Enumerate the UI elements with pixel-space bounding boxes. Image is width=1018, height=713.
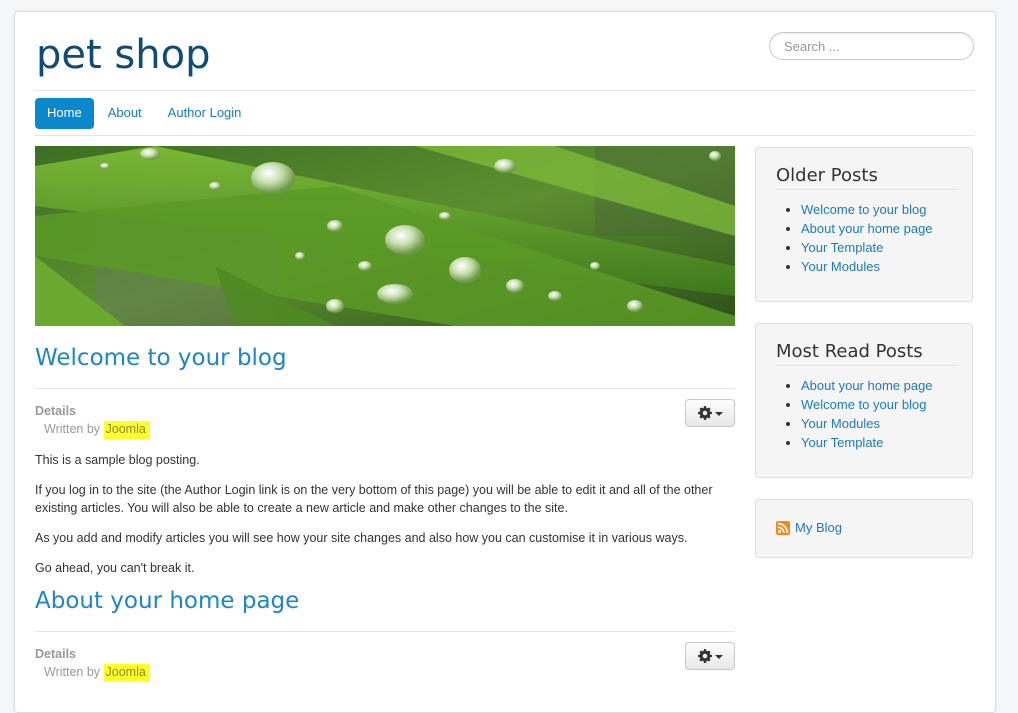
author-name: Joomla <box>103 421 150 439</box>
rss-icon <box>776 520 790 535</box>
older-posts-list: Welcome to your blog About your home pag… <box>781 200 933 276</box>
article-tools-button[interactable] <box>685 399 735 427</box>
article-title: Welcome to your blog <box>35 338 735 378</box>
list-item: Welcome to your blog <box>801 200 933 219</box>
module-title: Most Read Posts <box>776 341 956 366</box>
article-info: Details Written by Joomla <box>35 632 735 682</box>
gear-icon <box>697 406 712 420</box>
main-nav: Home About Author Login <box>35 98 255 129</box>
article-body: This is a sample blog posting. If you lo… <box>35 437 735 577</box>
most-read-link[interactable]: Your Template <box>801 435 883 450</box>
article-paragraph: This is a sample blog posting. <box>35 453 200 467</box>
header-divider <box>35 90 975 91</box>
nav-divider <box>35 135 975 136</box>
most-read-link[interactable]: About your home page <box>801 378 933 393</box>
site-title[interactable]: pet shop <box>36 32 210 78</box>
older-posts-module: Older Posts Welcome to your blog About y… <box>755 147 973 302</box>
article-info: Details Written by Joomla <box>35 389 735 439</box>
written-by-label: Written by <box>44 665 101 679</box>
nav-item-home[interactable]: Home <box>35 98 94 129</box>
article-tools-button[interactable] <box>685 642 735 670</box>
page-container: pet shop Home About Author Login <box>14 11 996 713</box>
caret-down-icon <box>714 412 723 416</box>
list-item: About your home page <box>801 376 933 395</box>
caret-down-icon <box>714 655 723 659</box>
grass-droplets-image <box>35 146 735 326</box>
older-post-link[interactable]: About your home page <box>801 221 933 236</box>
feed-link[interactable]: My Blog <box>795 520 842 535</box>
written-by-label: Written by <box>44 422 101 436</box>
article: About your home page Details Written by … <box>35 581 735 682</box>
author-name: Joomla <box>103 664 150 682</box>
list-item: Your Modules <box>801 257 933 276</box>
article-title-link[interactable]: About your home page <box>35 588 299 614</box>
article-paragraph: As you add and modify articles you will … <box>35 531 688 545</box>
most-read-link[interactable]: Welcome to your blog <box>801 397 927 412</box>
list-item: Your Template <box>801 433 933 452</box>
list-item: Your Modules <box>801 414 933 433</box>
most-read-module: Most Read Posts About your home page Wel… <box>755 323 973 478</box>
nav-item-about[interactable]: About <box>96 98 154 129</box>
main-content: Welcome to your blog Details Written by … <box>35 338 735 682</box>
feed-module: My Blog <box>755 499 973 558</box>
most-read-link[interactable]: Your Modules <box>801 416 880 431</box>
gear-icon <box>697 649 712 663</box>
list-item: About your home page <box>801 219 933 238</box>
search-input[interactable] <box>769 32 974 60</box>
article: Welcome to your blog Details Written by … <box>35 338 735 577</box>
older-post-link[interactable]: Welcome to your blog <box>801 202 927 217</box>
written-by: Written by Joomla <box>44 664 150 682</box>
article-paragraph: If you log in to the site (the Author Lo… <box>35 483 713 515</box>
list-item: Your Template <box>801 238 933 257</box>
details-label: Details <box>35 647 76 661</box>
header-banner-image <box>35 146 735 326</box>
list-item: Welcome to your blog <box>801 395 933 414</box>
module-title: Older Posts <box>776 165 956 190</box>
feed-link-row: My Blog <box>776 520 842 535</box>
article-title: About your home page <box>35 581 735 621</box>
written-by: Written by Joomla <box>44 421 150 439</box>
older-post-link[interactable]: Your Template <box>801 240 883 255</box>
most-read-list: About your home page Welcome to your blo… <box>781 376 933 452</box>
nav-item-author-login[interactable]: Author Login <box>156 98 254 129</box>
older-post-link[interactable]: Your Modules <box>801 259 880 274</box>
article-title-link[interactable]: Welcome to your blog <box>35 345 287 371</box>
details-label: Details <box>35 404 76 418</box>
article-paragraph: Go ahead, you can't break it. <box>35 561 195 575</box>
